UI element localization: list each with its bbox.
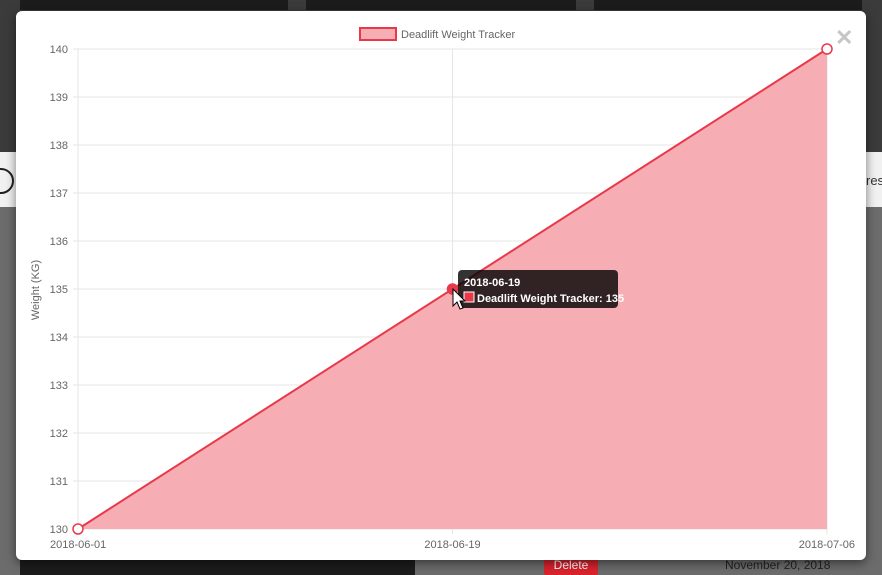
y-tick-label: 138 <box>50 140 68 152</box>
y-tick-label: 131 <box>50 476 68 488</box>
y-tick-label: 134 <box>50 332 68 344</box>
y-tick-label: 140 <box>50 44 68 56</box>
y-tick-label: 132 <box>50 428 68 440</box>
data-point <box>72 523 84 535</box>
tooltip-label: Deadlift Weight Tracker: 135 <box>477 293 624 305</box>
y-axis-ticks: 130 131 132 133 134 135 136 137 138 139 140 <box>50 44 68 536</box>
x-axis-ticks: 2018-06-01 2018-06-19 2018-07-06 <box>50 539 855 551</box>
y-tick-label: 133 <box>50 380 68 392</box>
y-tick-label: 136 <box>50 236 68 248</box>
close-icon[interactable]: ✕ <box>835 27 853 49</box>
legend-swatch[interactable] <box>359 27 397 41</box>
y-tick-label: 139 <box>50 92 68 104</box>
y-tick-label: 137 <box>50 188 68 200</box>
x-tick-label: 2018-06-01 <box>50 539 106 551</box>
chart-tooltip: 2018-06-19 Deadlift Weight Tracker: 135 <box>458 270 624 308</box>
legend[interactable]: Deadlift Weight Tracker <box>359 27 515 41</box>
y-axis-title: Weight (KG) <box>30 260 42 320</box>
tooltip-title: 2018-06-19 <box>464 277 520 289</box>
weight-chart: 130 131 132 133 134 135 136 137 138 139 140 2018-0… <box>30 27 855 551</box>
y-tick-label: 130 <box>50 524 68 536</box>
legend-label[interactable]: Deadlift Weight Tracker <box>401 29 515 41</box>
y-tick-label: 135 <box>50 284 68 296</box>
x-tick-label: 2018-07-06 <box>799 539 855 551</box>
tooltip-swatch <box>463 291 475 303</box>
data-point <box>821 43 833 55</box>
x-tick-label: 2018-06-19 <box>424 539 480 551</box>
